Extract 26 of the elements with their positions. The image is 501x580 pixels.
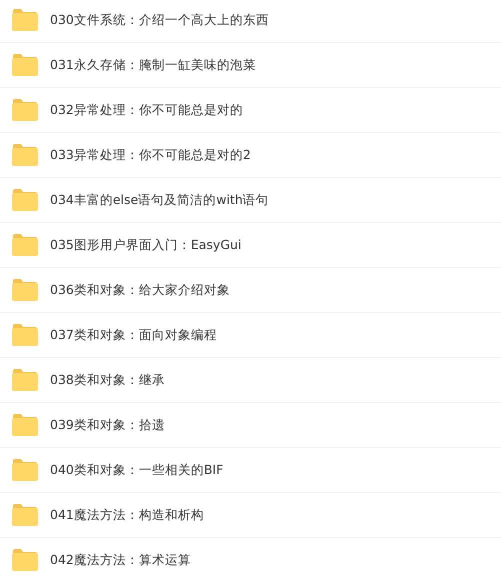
folder-icon [12, 459, 38, 481]
folder-icon [12, 54, 38, 76]
folder-icon [12, 324, 38, 346]
folder-name[interactable]: 030文件系统：介绍一个高大上的东西 [50, 12, 269, 28]
folder-icon [12, 234, 38, 256]
folder-name[interactable]: 032异常处理：你不可能总是对的 [50, 102, 243, 118]
folder-icon [12, 414, 38, 436]
folder-name[interactable]: 040类和对象：一些相关的BIF [50, 462, 224, 478]
folder-name[interactable]: 041魔法方法：构造和析构 [50, 506, 204, 524]
folder-icon [12, 9, 38, 31]
folder-icon [12, 189, 38, 211]
folder-icon [12, 279, 38, 301]
folder-icon [12, 144, 38, 166]
folder-icon [12, 369, 38, 391]
folder-name[interactable]: 034丰富的else语句及简洁的with语句 [50, 192, 269, 208]
folder-name[interactable]: 033异常处理：你不可能总是对的2 [50, 146, 251, 164]
folder-icon [12, 504, 38, 526]
folder-name[interactable]: 036类和对象：给大家介绍对象 [50, 282, 230, 298]
folder-icon [12, 99, 38, 121]
folder-name[interactable]: 035图形用户界面入门：EasyGui [50, 236, 242, 254]
folder-name[interactable]: 042魔法方法：算术运算 [50, 552, 191, 568]
folder-icon [12, 549, 38, 571]
folder-name[interactable]: 038类和对象：继承 [50, 372, 165, 388]
folder-name[interactable]: 037类和对象：面向对象编程 [50, 326, 217, 344]
folder-name[interactable]: 039类和对象：拾遗 [50, 416, 165, 434]
folder-name[interactable]: 031永久存储：腌制一缸美味的泡菜 [50, 56, 256, 74]
